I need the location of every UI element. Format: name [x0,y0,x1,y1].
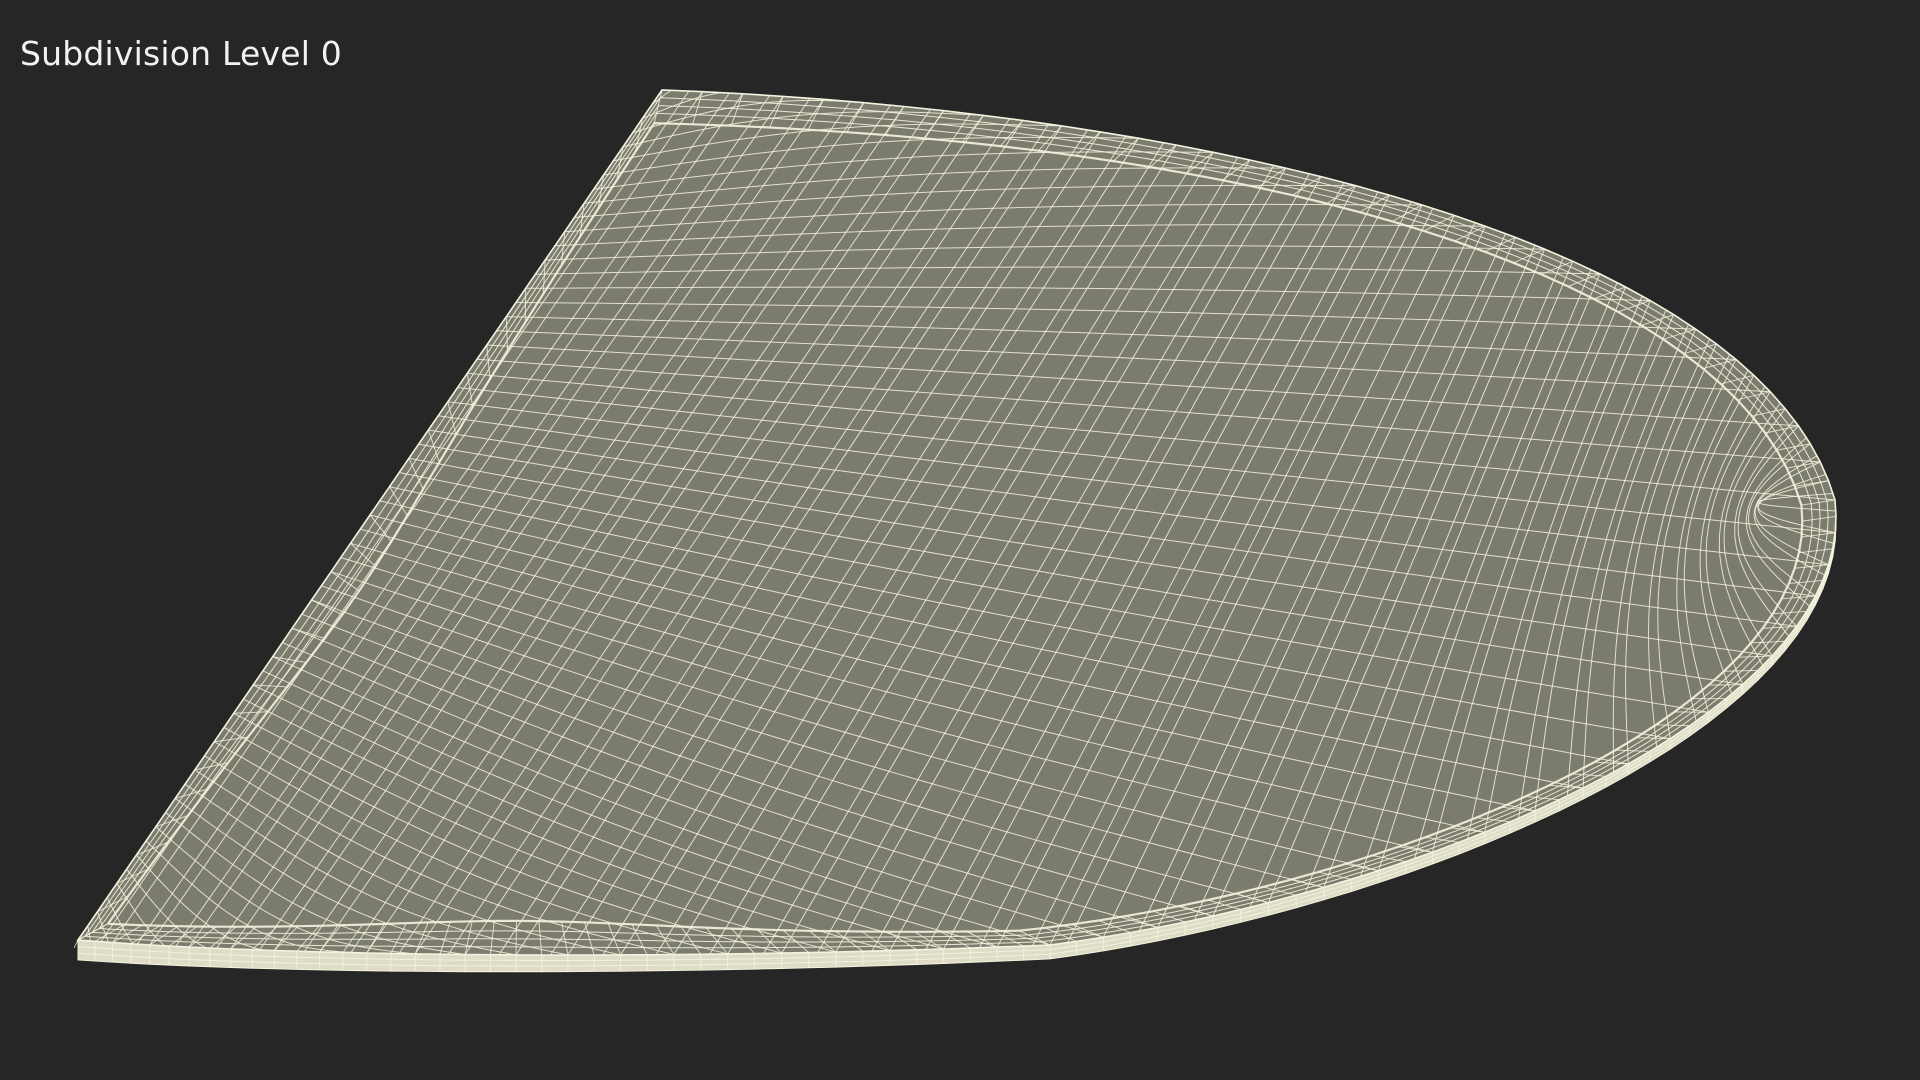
wire-edge [73,939,79,949]
wire-edge [1655,724,1690,727]
wire-edge [515,920,517,955]
viewport[interactable]: Subdivision Level 0 [0,0,1920,1080]
shelf-top-face [78,90,1836,955]
wireframe-shelf-model[interactable] [0,0,1920,1080]
wire-edge [1708,684,1743,686]
